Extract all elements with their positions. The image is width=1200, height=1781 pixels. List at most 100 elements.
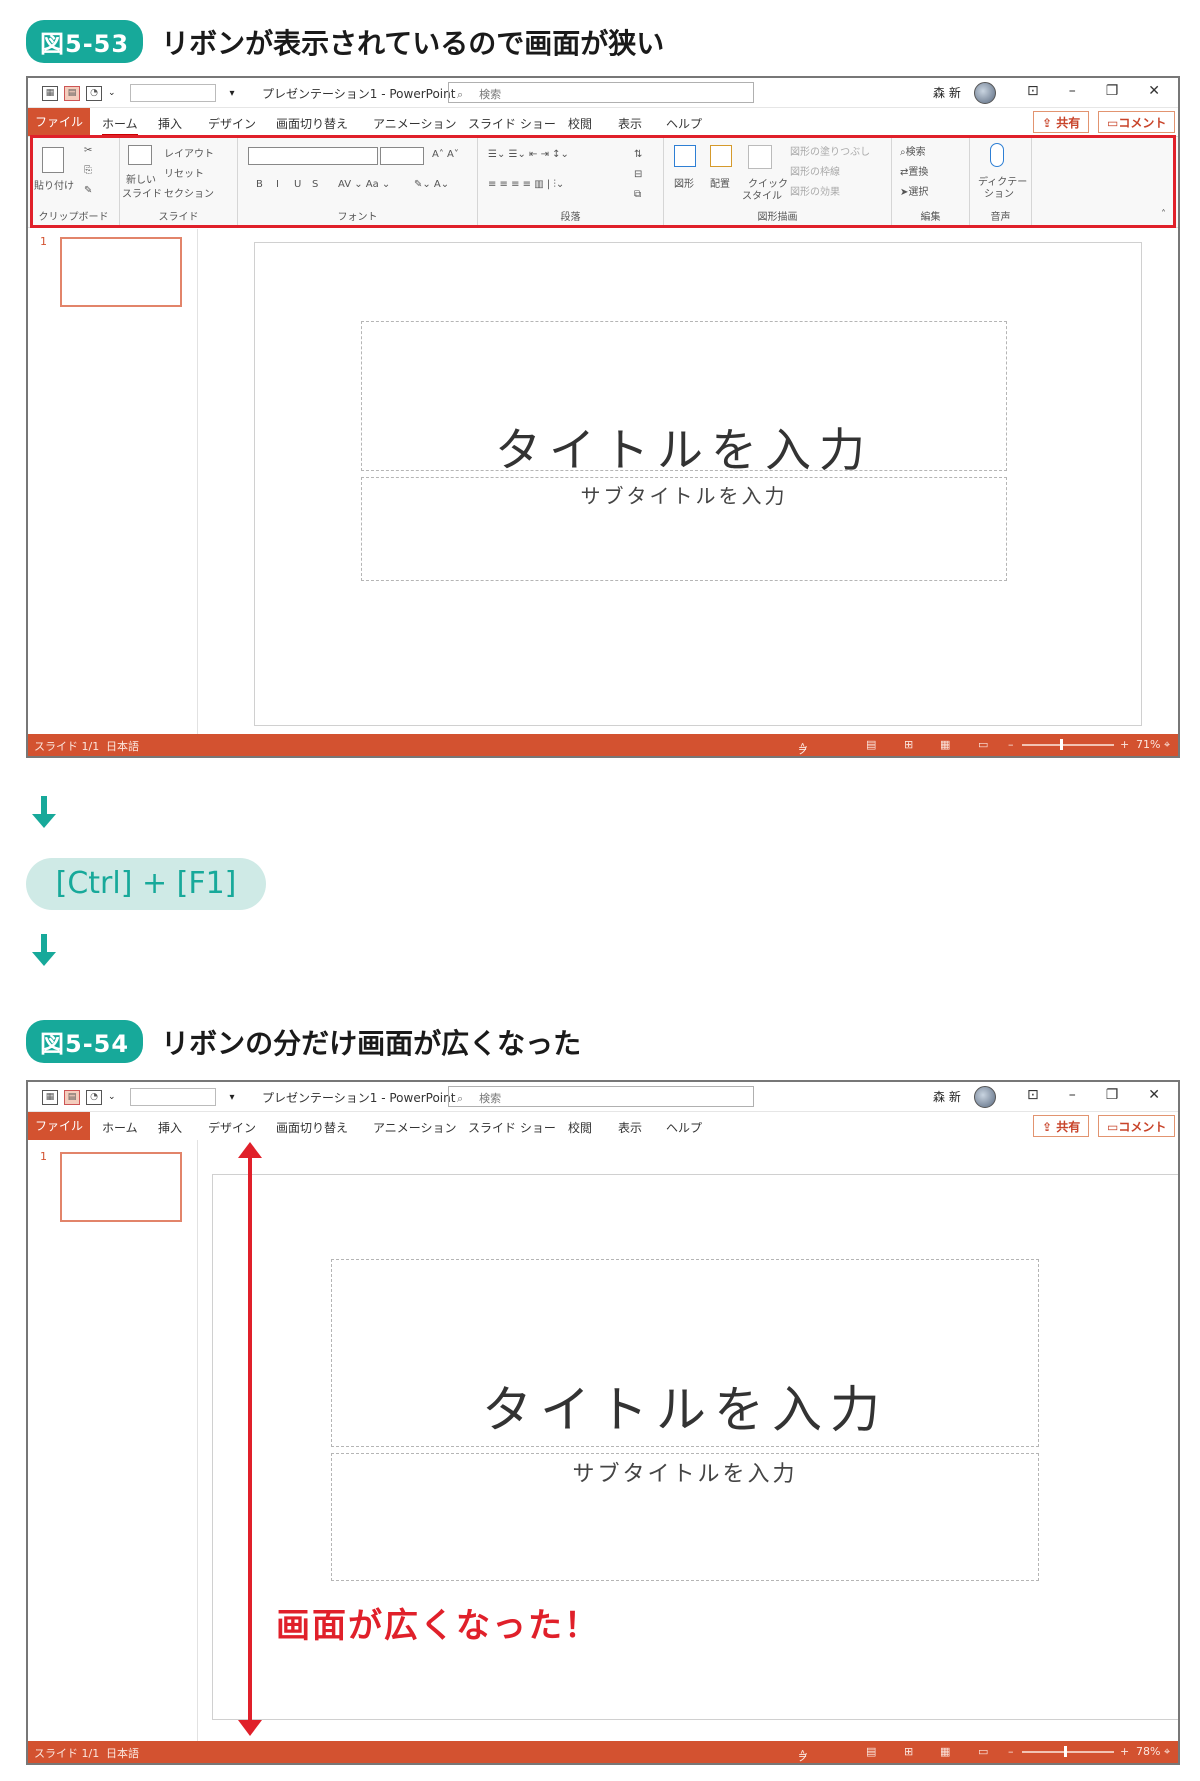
zoom-slider[interactable]	[1022, 1751, 1114, 1753]
user-name[interactable]: 森 新	[933, 84, 961, 101]
tab-transitions[interactable]: 画面切り替え	[276, 1119, 348, 1136]
shortcut-keys: [Ctrl] + [F1]	[26, 858, 266, 910]
tab-insert[interactable]: 挿入	[158, 1119, 182, 1136]
close-icon[interactable]: ✕	[1148, 1087, 1160, 1103]
font-combo[interactable]	[129, 1088, 216, 1106]
zoom-in-icon[interactable]: +	[1120, 738, 1129, 751]
customize-icon[interactable]: ▾	[230, 1092, 235, 1103]
shape-icon[interactable]: ◔	[86, 1089, 102, 1105]
tab-file[interactable]: ファイル	[28, 1112, 90, 1140]
avatar[interactable]	[974, 82, 996, 104]
layout-icon[interactable]: ▤	[64, 85, 80, 101]
subtitle-placeholder[interactable]: サブタイトルを入力	[331, 1453, 1039, 1581]
annotation-note: 画面が広くなった！	[276, 1606, 600, 1646]
zoom-out-icon[interactable]: –	[1008, 738, 1014, 751]
tab-insert[interactable]: 挿入	[158, 115, 182, 132]
tab-design[interactable]: デザイン	[208, 115, 256, 132]
search-placeholder: 検索	[479, 88, 502, 101]
slide-thumbnail[interactable]	[60, 237, 182, 307]
fit-slide-icon[interactable]: ⌖	[1164, 738, 1170, 752]
sorter-view-icon[interactable]: ⊞	[904, 738, 913, 751]
search-input[interactable]: ⌕ 検索	[448, 82, 754, 103]
zoom-slider[interactable]	[1022, 744, 1114, 746]
tab-help[interactable]: ヘルプ	[666, 115, 702, 132]
zoom-in-icon[interactable]: +	[1120, 1745, 1129, 1758]
tab-slideshow[interactable]: スライド ショー	[468, 115, 556, 132]
minimize-icon[interactable]: –	[1069, 1087, 1076, 1103]
slideshow-icon[interactable]: ▭	[978, 1745, 988, 1758]
reading-view-icon[interactable]: ▦	[940, 738, 950, 751]
tab-animations[interactable]: アニメーション	[373, 1119, 457, 1136]
zoom-slider-knob[interactable]	[1060, 739, 1063, 750]
normal-view-icon[interactable]: ▤	[866, 1745, 876, 1758]
zoom-out-icon[interactable]: –	[1008, 1745, 1014, 1758]
comment-button[interactable]: ▭コメント	[1098, 111, 1176, 133]
tab-file[interactable]: ファイル	[28, 108, 90, 136]
search-input[interactable]: ⌕ 検索	[448, 1086, 754, 1107]
share-button[interactable]: ⇪ 共有	[1033, 111, 1090, 133]
zoom-slider-knob[interactable]	[1064, 1746, 1067, 1757]
title-bar: ▦ ▤ ◔ ⌄ ▾ プレゼンテーション1 - PowerPoint ⌕ 検索 森 …	[28, 1082, 1178, 1112]
zoom-level[interactable]: 78%	[1136, 1745, 1160, 1758]
reading-view-icon[interactable]: ▦	[940, 1745, 950, 1758]
status-bar: スライド 1/1 日本語 ≙ノート ▤ ⊞ ▦ ▭ – + 71% ⌖	[28, 734, 1178, 756]
thumbnail-number: 1	[40, 1150, 47, 1163]
comment-button[interactable]: ▭コメント	[1098, 1115, 1176, 1137]
red-arrow-down-icon	[238, 1720, 262, 1736]
title-placeholder[interactable]: タイトルを入力	[331, 1259, 1039, 1447]
sorter-view-icon[interactable]: ⊞	[904, 1745, 913, 1758]
minimize-icon[interactable]: –	[1069, 83, 1076, 99]
tab-slideshow[interactable]: スライド ショー	[468, 1119, 556, 1136]
save-icon[interactable]: ▦	[42, 1089, 58, 1105]
share-button[interactable]: ⇪ 共有	[1033, 1115, 1090, 1137]
slide-subtitle: サブタイトルを入力	[580, 484, 788, 508]
ribbon-tabs: ファイル ホーム 挿入 デザイン 画面切り替え アニメーション スライド ショー…	[28, 1112, 1178, 1140]
tab-home[interactable]: ホーム	[102, 1119, 138, 1136]
tab-transitions[interactable]: 画面切り替え	[276, 115, 348, 132]
status-language: 日本語	[106, 740, 139, 753]
window-controls: ⊡ – ❐ ✕	[1027, 1087, 1160, 1103]
slideshow-icon[interactable]: ▭	[978, 738, 988, 751]
figure-heading-1: 図5-53 リボンが表示されているので画面が狭い	[26, 20, 664, 63]
layout-icon[interactable]: ▤	[64, 1089, 80, 1105]
customize-icon[interactable]: ▾	[230, 88, 235, 99]
search-icon: ⌕	[457, 1092, 464, 1105]
fit-slide-icon[interactable]: ⌖	[1164, 1745, 1170, 1759]
chevron-down-icon[interactable]: ⌄	[108, 88, 116, 98]
tab-view[interactable]: 表示	[618, 1119, 642, 1136]
ribbon-highlight-box	[30, 135, 1176, 228]
restore-icon[interactable]: ❐	[1106, 83, 1119, 99]
tab-animations[interactable]: アニメーション	[373, 115, 457, 132]
search-icon: ⌕	[457, 88, 464, 101]
ribbon-display-icon[interactable]: ⊡	[1027, 83, 1039, 99]
tab-review[interactable]: 校閲	[568, 1119, 592, 1136]
close-icon[interactable]: ✕	[1148, 83, 1160, 99]
thumbnail-pane: 1	[28, 1140, 198, 1741]
chevron-down-icon[interactable]: ⌄	[108, 1092, 116, 1102]
tab-help[interactable]: ヘルプ	[666, 1119, 702, 1136]
zoom-level[interactable]: 71%	[1136, 738, 1160, 751]
title-placeholder[interactable]: タイトルを入力	[361, 321, 1007, 477]
subtitle-placeholder[interactable]: サブタイトルを入力	[361, 477, 1007, 581]
tab-design[interactable]: デザイン	[208, 1119, 256, 1136]
restore-icon[interactable]: ❐	[1106, 1087, 1119, 1103]
figure-badge: 図5-53	[26, 20, 144, 63]
powerpoint-window-with-ribbon: ▦ ▤ ◔ ⌄ ▾ プレゼンテーション1 - PowerPoint ⌕ 検索 森 …	[26, 76, 1180, 758]
tab-home[interactable]: ホーム	[102, 115, 138, 136]
slide-thumbnail[interactable]	[60, 1152, 182, 1222]
font-combo[interactable]	[129, 84, 216, 102]
slide-title: タイトルを入力	[495, 423, 873, 477]
save-icon[interactable]: ▦	[42, 85, 58, 101]
normal-view-icon[interactable]: ▤	[866, 738, 876, 751]
slide-canvas[interactable]: タイトルを入力 サブタイトルを入力	[254, 242, 1142, 726]
ribbon-display-icon[interactable]: ⊡	[1027, 1087, 1039, 1103]
shape-icon[interactable]: ◔	[86, 85, 102, 101]
notes-label: ノート	[798, 744, 809, 757]
slide-title: タイトルを入力	[482, 1381, 888, 1439]
tab-view[interactable]: 表示	[618, 115, 642, 132]
user-name[interactable]: 森 新	[933, 1088, 961, 1105]
status-bar: スライド 1/1 日本語 ≙ノート ▤ ⊞ ▦ ▭ – + 78% ⌖	[28, 1741, 1178, 1763]
tab-review[interactable]: 校閲	[568, 115, 592, 132]
avatar[interactable]	[974, 1086, 996, 1108]
status-slide: スライド 1/1	[34, 1747, 100, 1760]
